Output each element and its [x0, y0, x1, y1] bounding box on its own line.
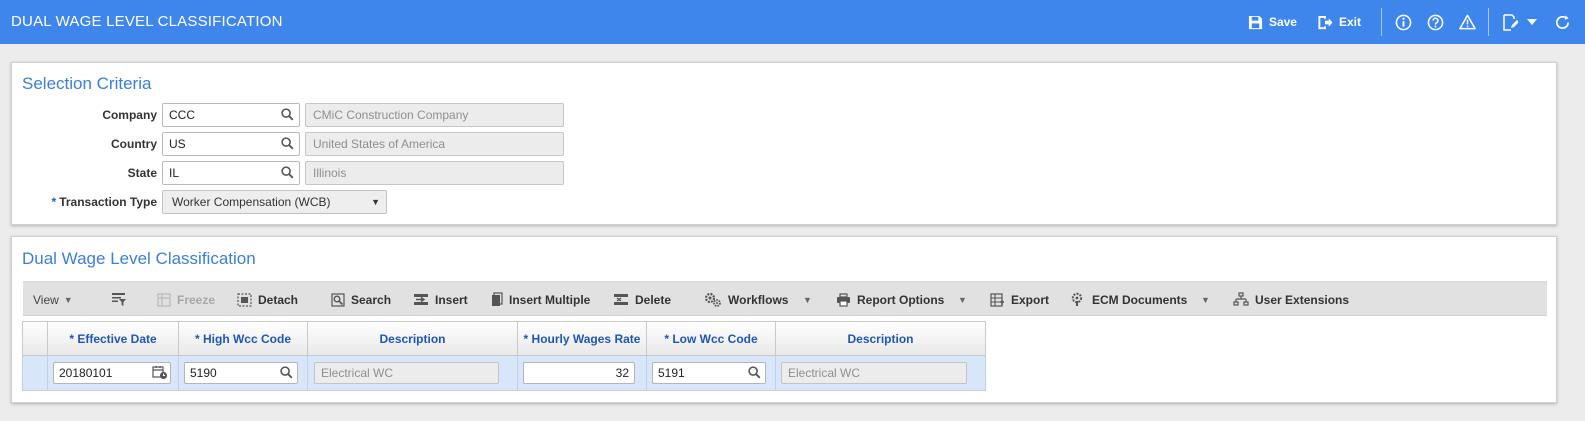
- notes-button[interactable]: [1497, 9, 1523, 35]
- workflows-dropdown[interactable]: ▼: [803, 282, 812, 317]
- freeze-button[interactable]: Freeze: [157, 282, 215, 317]
- table-row-cell-low-wcc-code: 5191: [647, 356, 776, 391]
- table-row-cell-high-description: Electrical WC: [308, 356, 518, 391]
- ecm-documents-button[interactable]: ECM Documents: [1071, 282, 1187, 317]
- classification-panel: Dual Wage Level Classification View ▼ Fr…: [11, 236, 1557, 403]
- column-header-high-description[interactable]: Description: [308, 321, 518, 356]
- column-header-hourly-wages-rate[interactable]: * Hourly Wages Rate: [518, 321, 647, 356]
- insert-icon: [414, 294, 428, 305]
- selection-criteria-panel: Selection Criteria Company CCC CMiC Cons…: [11, 62, 1557, 225]
- hierarchy-icon: [1233, 292, 1249, 306]
- notes-dropdown[interactable]: [1523, 9, 1541, 35]
- warning-icon: [1458, 14, 1476, 30]
- selection-criteria-title: Selection Criteria: [22, 74, 152, 93]
- delete-button[interactable]: Delete: [613, 282, 671, 317]
- freeze-icon: [157, 292, 171, 307]
- workflows-button[interactable]: Workflows: [704, 282, 788, 317]
- save-label: Save: [1268, 15, 1297, 29]
- insert-multiple-button[interactable]: Insert Multiple: [491, 282, 590, 317]
- search-icon: [331, 292, 345, 307]
- report-options-dropdown[interactable]: ▼: [958, 282, 967, 317]
- save-button[interactable]: Save: [1248, 15, 1297, 30]
- search-icon[interactable]: [281, 137, 294, 150]
- help-icon: [1427, 14, 1443, 30]
- column-header-low-description[interactable]: Description: [776, 321, 986, 356]
- exit-icon: [1318, 15, 1333, 29]
- ecm-documents-dropdown[interactable]: ▼: [1201, 282, 1210, 317]
- warning-button[interactable]: [1454, 9, 1480, 35]
- chevron-down-icon: ▼: [371, 197, 380, 207]
- table-row-cell-high-wcc-code: 5190: [179, 356, 308, 391]
- filter-button[interactable]: [111, 282, 133, 317]
- effective-date-input[interactable]: 20180101: [53, 362, 171, 384]
- transaction-type-label: * Transaction Type: [51, 195, 157, 209]
- detach-icon: [237, 292, 252, 307]
- refresh-icon: [1555, 14, 1569, 29]
- row-selector[interactable]: [22, 356, 48, 391]
- chevron-down-icon: [1527, 19, 1537, 25]
- exit-label: Exit: [1338, 15, 1361, 29]
- edit-note-icon: [1503, 13, 1518, 31]
- detach-button[interactable]: Detach: [237, 282, 298, 317]
- transaction-type-select[interactable]: Worker Compensation (WCB) ▼: [162, 190, 387, 214]
- country-description: United States of America: [305, 132, 564, 156]
- column-header-high-wcc-code[interactable]: * High Wcc Code: [179, 321, 308, 356]
- table-row-cell-low-description: Electrical WC: [776, 356, 986, 391]
- app-header: DUAL WAGE LEVEL CLASSIFICATION Save Exit: [0, 0, 1585, 44]
- help-button[interactable]: [1422, 9, 1448, 35]
- delete-icon: [614, 294, 628, 305]
- state-input[interactable]: IL: [162, 161, 300, 185]
- insert-button[interactable]: Insert: [413, 282, 468, 317]
- company-label: Company: [102, 108, 157, 122]
- insert-multiple-icon: [492, 292, 503, 306]
- country-label: Country: [111, 137, 157, 151]
- required-marker: *: [51, 195, 57, 209]
- info-button[interactable]: [1390, 9, 1416, 35]
- hourly-wages-rate-input[interactable]: 32: [523, 362, 635, 384]
- high-wcc-code-input[interactable]: 5190: [184, 362, 298, 384]
- search-icon[interactable]: [748, 366, 761, 379]
- export-button[interactable]: Export: [990, 282, 1049, 317]
- filter-icon: [112, 293, 126, 306]
- exit-button[interactable]: Exit: [1317, 15, 1361, 30]
- search-icon[interactable]: [281, 166, 294, 179]
- grid-toolbar: View ▼ Freeze Detach Search Insert Inser…: [23, 281, 1547, 316]
- state-description: Illinois: [305, 161, 564, 185]
- column-header-low-wcc-code[interactable]: * Low Wcc Code: [647, 321, 776, 356]
- refresh-button[interactable]: [1549, 9, 1575, 35]
- calendar-icon[interactable]: [152, 365, 168, 380]
- table-row-cell-hourly-wages-rate: 32: [518, 356, 647, 391]
- column-header-effective-date[interactable]: * Effective Date: [48, 321, 179, 356]
- page-title: DUAL WAGE LEVEL CLASSIFICATION: [11, 13, 283, 30]
- ecm-documents-icon: [1071, 292, 1083, 306]
- company-description: CMiC Construction Company: [305, 103, 564, 127]
- country-input[interactable]: US: [162, 132, 300, 156]
- table-row-cell-effective-date: 20180101: [48, 356, 179, 391]
- gears-icon: [704, 292, 721, 307]
- export-icon: [990, 292, 1004, 307]
- low-description-field: Electrical WC: [781, 362, 967, 384]
- company-input[interactable]: CCC: [162, 103, 300, 127]
- low-wcc-code-input[interactable]: 5191: [652, 362, 766, 384]
- search-button[interactable]: Search: [331, 282, 391, 317]
- header-separator: [1488, 8, 1489, 36]
- state-label: State: [127, 166, 157, 180]
- header-actions: Save Exit: [1248, 0, 1585, 44]
- chevron-down-icon: ▼: [63, 294, 73, 305]
- high-description-field: Electrical WC: [314, 362, 499, 384]
- header-separator: [1381, 8, 1382, 36]
- save-icon: [1248, 15, 1263, 29]
- classification-title: Dual Wage Level Classification: [22, 249, 256, 268]
- search-icon[interactable]: [281, 108, 294, 121]
- view-menu[interactable]: View ▼: [33, 282, 73, 317]
- printer-icon: [837, 292, 850, 307]
- search-icon[interactable]: [280, 366, 293, 379]
- row-selector-header: [22, 321, 48, 356]
- user-extensions-button[interactable]: User Extensions: [1233, 282, 1349, 317]
- info-icon: [1395, 14, 1411, 30]
- report-options-button[interactable]: Report Options: [836, 282, 944, 317]
